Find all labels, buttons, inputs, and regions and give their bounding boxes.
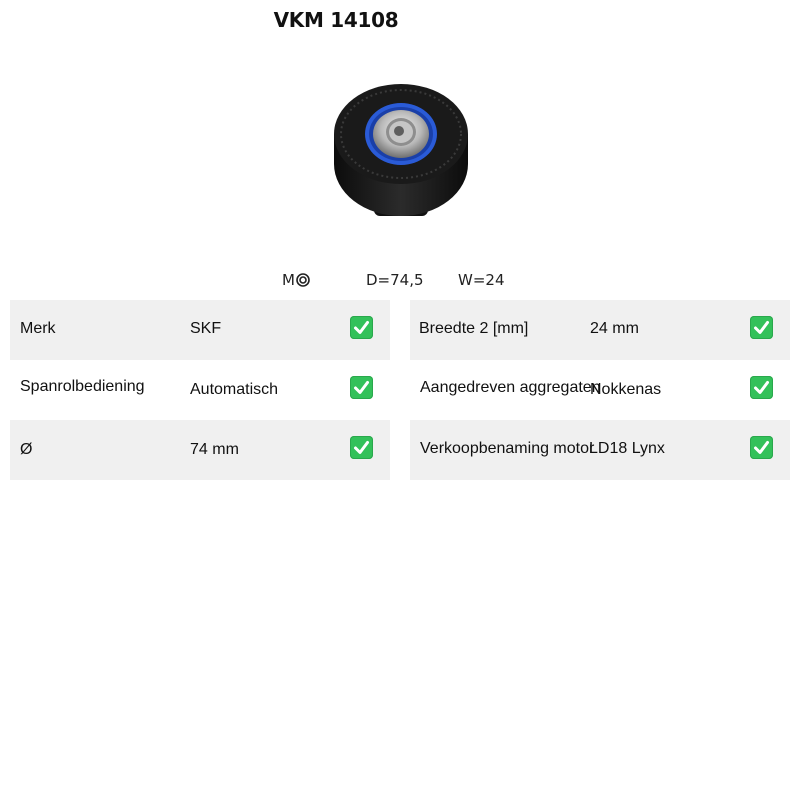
thread-circle-icon [296,273,310,287]
table-row: Merk SKF [10,300,390,360]
row-label: Merk [20,320,56,337]
specs-table-right: Breedte 2 [mm] 24 mm Aangedreven aggrega… [410,300,790,480]
table-row: Aangedreven aggregaten Nokkenas [410,360,790,420]
row-label: Ø [20,441,33,458]
mounting-label: M [282,271,295,289]
row-value: SKF [190,320,222,337]
diameter-spec: D=74,5 [366,271,424,289]
row-value: LD18 Lynx [589,440,665,457]
tensioner-pulley-image [334,84,468,216]
check-mark-icon [750,436,773,459]
specs-table-left: Merk SKF Spanrolbediening Automatisch Ø … [10,300,390,480]
table-row: Verkoopbenaming motor LD18 Lynx [410,420,790,480]
table-row: Ø 74 mm [10,420,390,480]
row-label: Verkoopbenaming motor [420,440,595,457]
mounting-spec: M [282,271,310,289]
product-title: VKM 14108 [273,8,399,32]
table-row: Spanrolbediening Automatisch [10,360,390,420]
row-value: 24 mm [590,320,639,337]
check-mark-icon [750,376,773,399]
dimension-specs: M D=74,5 W=24 [0,271,800,291]
row-value: Automatisch [190,381,279,398]
check-mark-icon [750,316,773,339]
row-value: 74 mm [190,441,239,458]
check-mark-icon [350,376,373,399]
row-label: Aangedreven aggregaten [420,379,601,396]
check-mark-icon [350,436,373,459]
row-label: Breedte 2 [mm] [419,320,529,337]
row-value: Nokkenas [590,381,662,398]
check-mark-icon [350,316,373,339]
table-row: Breedte 2 [mm] 24 mm [410,300,790,360]
width-spec: W=24 [458,271,505,289]
row-label: Spanrolbediening [20,378,145,395]
